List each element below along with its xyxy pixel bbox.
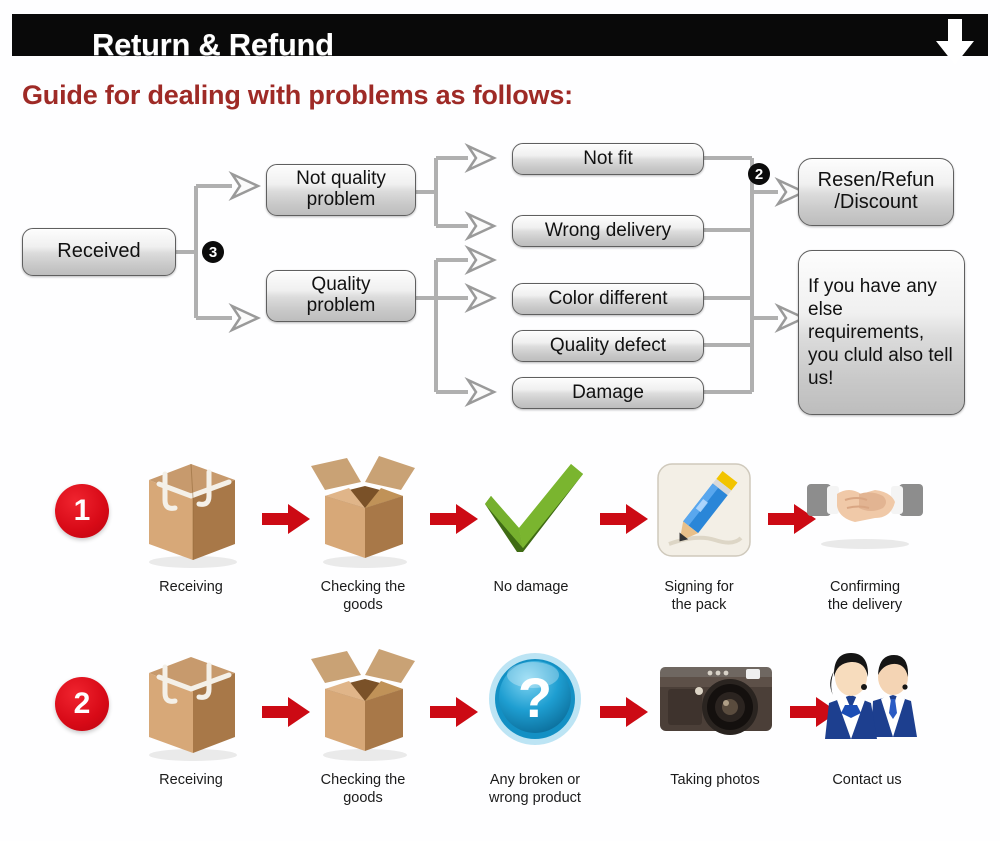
- step-confirming-delivery[interactable]: Confirming the delivery: [802, 452, 928, 614]
- step-contact-us[interactable]: Contact us: [806, 645, 928, 789]
- step-label: Receiving: [159, 579, 223, 595]
- question-mark-icon: ?: [475, 645, 595, 763]
- flow-node-damage[interactable]: Damage: [512, 377, 704, 409]
- step-no-damage[interactable]: No damage: [470, 452, 592, 596]
- header-bar: Return & Refund: [12, 14, 988, 65]
- page-title: Return & Refund: [92, 27, 334, 62]
- flow-node-wrong-delivery[interactable]: Wrong delivery: [512, 215, 704, 247]
- row-badge-2: 2: [55, 677, 109, 731]
- step-receiving-2[interactable]: Receiving: [130, 645, 252, 789]
- step-signing-pack[interactable]: Signing for the pack: [638, 452, 760, 614]
- problem-flowchart: Received 3 Not quality problem Quality p…: [0, 130, 1000, 430]
- flow-node-not-quality-problem[interactable]: Not quality problem: [266, 164, 416, 216]
- step-label: Confirming the delivery: [827, 579, 903, 614]
- camera-icon: [650, 645, 782, 763]
- open-box-icon: [303, 452, 423, 570]
- process-row-2: 2 Receiving Checking the goods ? Any bro…: [0, 645, 1000, 835]
- flow-node-not-fit[interactable]: Not fit: [512, 143, 704, 175]
- row-badge-1: 1: [55, 484, 109, 538]
- step-label: Contact us: [832, 772, 902, 788]
- step-taking-photos[interactable]: Taking photos: [650, 645, 780, 789]
- flow-node-other-requirements[interactable]: If you have any else requirements, you c…: [798, 250, 965, 415]
- flow-node-resend-refund-discount[interactable]: Resen/Refun /Discount: [798, 158, 954, 226]
- flow-node-quality-problem[interactable]: Quality problem: [266, 270, 416, 322]
- sealed-box-icon: [131, 645, 251, 763]
- handshake-icon: [805, 452, 925, 570]
- step-checking-goods-1[interactable]: Checking the goods: [302, 452, 424, 614]
- down-arrow-icon: [936, 19, 974, 65]
- step-checking-goods-2[interactable]: Checking the goods: [302, 645, 424, 807]
- svg-text:?: ?: [518, 666, 552, 729]
- step-any-broken-wrong[interactable]: ? Any broken or wrong product: [470, 645, 600, 807]
- return-refund-page: Return & Refund Guide for dealing with p…: [0, 0, 1000, 841]
- step-label: Checking the goods: [320, 772, 406, 807]
- badge-two: 2: [748, 163, 770, 185]
- red-arrow-icon: [600, 697, 648, 727]
- process-row-1: 1 Receiving Checking the goods No damage…: [0, 452, 1000, 642]
- step-label: Checking the goods: [320, 579, 406, 614]
- green-check-icon: [471, 452, 591, 570]
- step-label: Any broken or wrong product: [489, 772, 581, 807]
- sealed-box-icon: [131, 452, 251, 570]
- step-label: No damage: [493, 579, 569, 595]
- step-label: Taking photos: [670, 772, 760, 788]
- badge-three: 3: [202, 241, 224, 263]
- support-agents-icon: [807, 645, 927, 763]
- flow-node-color-different[interactable]: Color different: [512, 283, 704, 315]
- flow-node-quality-defect[interactable]: Quality defect: [512, 330, 704, 362]
- open-box-icon: [303, 645, 423, 763]
- pencil-signing-icon: [639, 452, 759, 570]
- step-label: Signing for the pack: [664, 579, 734, 614]
- step-receiving-1[interactable]: Receiving: [130, 452, 252, 596]
- guide-heading: Guide for dealing with problems as follo…: [22, 80, 573, 110]
- step-label: Receiving: [159, 772, 223, 788]
- flow-node-received[interactable]: Received: [22, 228, 176, 276]
